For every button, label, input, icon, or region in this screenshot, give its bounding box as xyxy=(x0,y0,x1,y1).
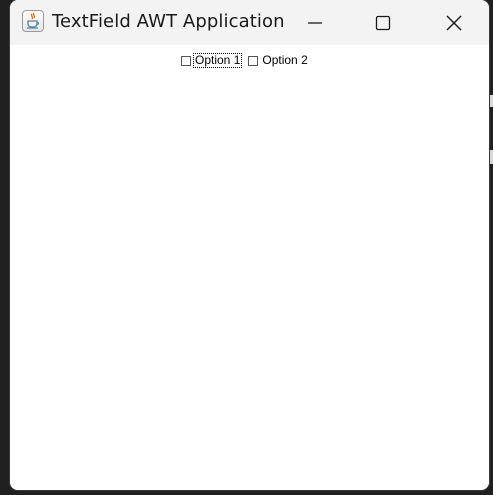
maximize-icon xyxy=(375,15,391,30)
checkbox-label[interactable]: Option 1 xyxy=(192,53,243,68)
maximize-button[interactable] xyxy=(360,0,406,45)
client-area: Option 1 Option 2 xyxy=(10,45,489,490)
checkbox-option-2[interactable]: Option 2 xyxy=(248,54,308,67)
checkbox-option-1[interactable]: Option 1 xyxy=(181,53,243,68)
window-title: TextField AWT Application xyxy=(52,11,285,32)
minimize-button[interactable] xyxy=(292,0,338,45)
close-icon xyxy=(446,15,462,30)
minimize-icon xyxy=(308,21,322,24)
app-window: TextField AWT Application Option 1 Optio… xyxy=(10,0,489,490)
java-cup-icon[interactable] xyxy=(22,10,44,32)
desktop: TextField AWT Application Option 1 Optio… xyxy=(0,0,493,495)
checkbox-label[interactable]: Option 2 xyxy=(261,54,308,67)
checkbox-group: Option 1 Option 2 xyxy=(181,53,316,68)
close-button[interactable] xyxy=(431,0,477,45)
checkbox-box[interactable] xyxy=(181,55,191,66)
checkbox-box[interactable] xyxy=(248,55,259,66)
title-bar[interactable]: TextField AWT Application xyxy=(10,0,489,45)
